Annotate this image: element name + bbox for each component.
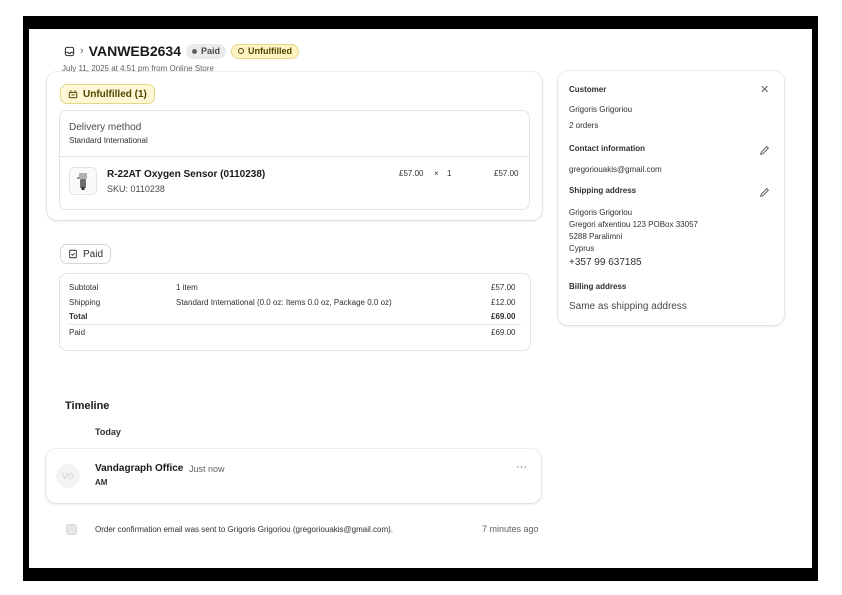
edit-contact-pencil-icon[interactable] <box>759 143 770 161</box>
event-text: Order confirmation email was sent to Gri… <box>95 525 393 534</box>
product-image <box>77 173 87 190</box>
product-sku: SKU: 0110238 <box>107 184 165 194</box>
paid-badge-label: Paid <box>201 46 221 56</box>
address-line: Gregori afxentiou 123 POBox 33057 <box>569 220 698 229</box>
customer-orders[interactable]: 2 orders <box>569 121 598 130</box>
order-number: VANWEB2634 <box>88 43 181 59</box>
total-label: Total <box>69 312 88 321</box>
line-total: £57.00 <box>494 169 519 178</box>
breadcrumb-separator: › <box>80 45 84 57</box>
customer-email[interactable]: gregoriouakis@gmail.com <box>569 165 662 174</box>
avatar: VO <box>56 464 80 488</box>
address-line: Cyprus <box>569 244 595 253</box>
divider <box>60 156 529 157</box>
shipping-amount: £12.00 <box>491 298 516 307</box>
inbox-icon <box>64 46 75 57</box>
paid-label: Paid <box>69 328 86 337</box>
receipt-check-icon <box>68 249 78 259</box>
unfulfilled-badge-label: Unfulfilled <box>248 46 293 56</box>
comment-time: Just now <box>189 464 225 474</box>
total-amount: £69.00 <box>491 312 516 321</box>
divider <box>69 324 521 325</box>
unit-price: £57.00 <box>399 169 424 178</box>
customer-card: Customer ✕ Grigoris Grigoriou 2 orders C… <box>558 71 784 325</box>
shipping-detail: Standard International (0.0 oz: Items 0.… <box>176 298 392 307</box>
paid-dot-icon <box>192 48 197 54</box>
unfulfilled-status-pill: Unfulfilled (1) <box>60 84 155 104</box>
product-name[interactable]: R-22AT Oxygen Sensor (0110238) <box>107 169 265 180</box>
edit-address-pencil-icon[interactable] <box>759 185 770 203</box>
billing-address-value: Same as shipping address <box>569 301 687 312</box>
contact-title: Contact information <box>569 144 645 153</box>
event-time: 7 minutes ago <box>482 524 539 534</box>
fulfillment-card: Unfulfilled (1) Delivery method Standard… <box>47 72 542 220</box>
paid-badge: Paid <box>186 43 227 59</box>
unfulfilled-badge: Unfulfilled <box>231 43 300 59</box>
unfulfilled-status-label: Unfulfilled (1) <box>83 88 147 100</box>
unfulfilled-ring-icon <box>238 48 245 54</box>
address-line: 5288 Paralimni <box>569 232 623 241</box>
customer-section-title: Customer <box>569 85 607 94</box>
shipping-address: Grigoris Grigoriou Gregori afxentiou 123… <box>569 207 698 255</box>
delivery-method-value: Standard International <box>69 136 148 145</box>
customer-phone: +357 99 637185 <box>569 257 642 268</box>
shipping-address-title: Shipping address <box>569 186 637 195</box>
paid-amount: £69.00 <box>491 328 516 337</box>
paid-status-label: Paid <box>83 248 104 260</box>
paid-status-pill: Paid <box>60 244 112 264</box>
quantity: 1 <box>447 169 452 178</box>
timeline-title: Timeline <box>65 400 110 412</box>
timeline-comment: VO Vandagraph Office Just now AM ··· <box>46 449 541 503</box>
product-thumbnail[interactable] <box>69 167 97 195</box>
billing-address-title: Billing address <box>569 282 627 291</box>
delivery-method-label: Delivery method <box>69 122 142 133</box>
comment-body: AM <box>95 478 108 487</box>
package-icon <box>68 89 78 99</box>
comment-author: Vandagraph Office <box>95 463 184 474</box>
multiply-sign: × <box>434 169 439 178</box>
fulfillment-inner: Delivery method Standard International R… <box>59 110 530 210</box>
event-marker <box>66 524 77 535</box>
timeline-day-label: Today <box>95 427 121 437</box>
subtotal-detail: 1 item <box>176 283 198 292</box>
order-header: › VANWEB2634 Paid Unfulfilled <box>64 43 300 59</box>
payment-summary: Subtotal 1 item £57.00 Shipping Standard… <box>59 273 531 351</box>
close-icon[interactable]: ✕ <box>760 83 769 96</box>
subtotal-amount: £57.00 <box>491 283 516 292</box>
address-line: Grigoris Grigoriou <box>569 208 633 217</box>
shipping-label: Shipping <box>69 298 101 307</box>
order-page: › VANWEB2634 Paid Unfulfilled July 11, 2… <box>29 29 812 568</box>
more-actions-icon[interactable]: ··· <box>516 461 527 473</box>
customer-name[interactable]: Grigoris Grigoriou <box>569 105 632 114</box>
subtotal-label: Subtotal <box>69 283 99 292</box>
